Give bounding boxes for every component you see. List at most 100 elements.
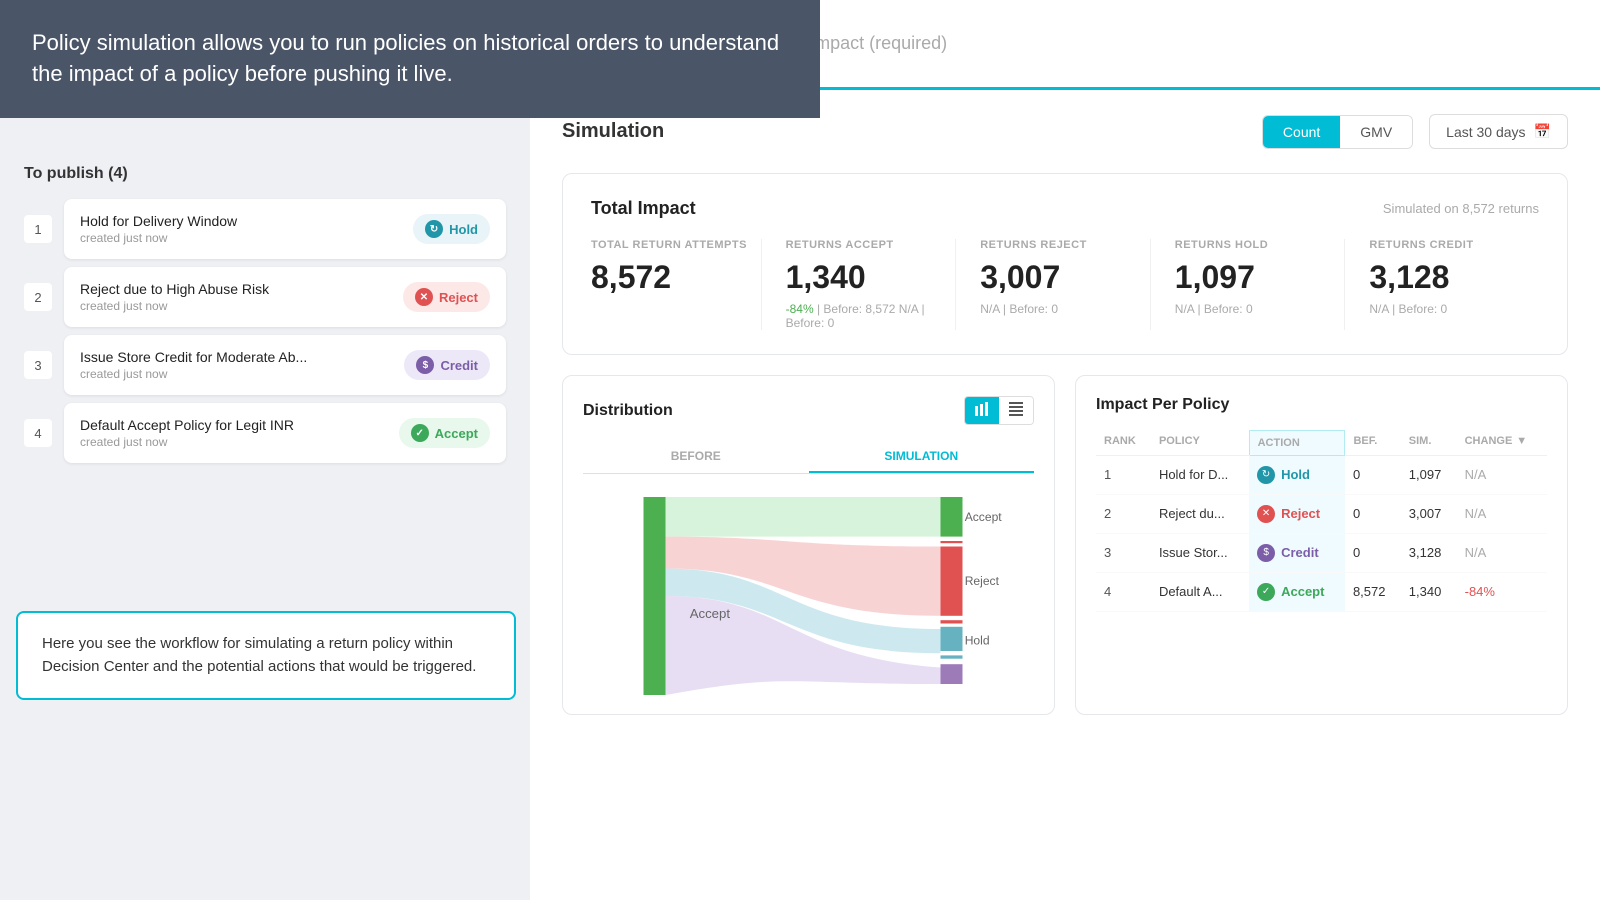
row3-sim: 3,128 xyxy=(1401,533,1457,572)
impact-simulated: Simulated on 8,572 returns xyxy=(1383,201,1539,216)
row4-change: -84% xyxy=(1457,572,1547,611)
row2-policy: Reject du... xyxy=(1151,494,1249,533)
table-row: 2 Reject du... ✕ Reject 0 3,007 xyxy=(1096,494,1547,533)
row3-action: $ Credit xyxy=(1249,533,1345,572)
metric-value-accept: 1,340 xyxy=(786,259,956,296)
right-bar-hold-2 xyxy=(941,655,963,658)
policy-card-info-4: Default Accept Policy for Legit INR crea… xyxy=(80,417,294,449)
tab-count[interactable]: Count xyxy=(1263,116,1340,148)
metric-label-attempts: TOTAL RETURN ATTEMPTS xyxy=(591,239,761,251)
credit-icon-3: $ xyxy=(416,356,434,374)
row3-rank: 3 xyxy=(1096,533,1151,572)
metric-label-accept: RETURNS ACCEPT xyxy=(786,239,956,251)
dist-table-btn[interactable] xyxy=(999,397,1033,424)
tooltip-top: Policy simulation allows you to run poli… xyxy=(0,0,820,118)
credit-badge-row3: $ xyxy=(1257,544,1275,562)
policy-card-2[interactable]: Reject due to High Abuse Risk created ju… xyxy=(64,267,506,327)
row2-sim: 3,007 xyxy=(1401,494,1457,533)
row4-sim: 1,340 xyxy=(1401,572,1457,611)
row1-sim: 1,097 xyxy=(1401,455,1457,494)
table-body: 1 Hold for D... ↻ Hold 0 1,097 xyxy=(1096,455,1547,611)
distribution-card: Distribution BEFORE SIMULATION xyxy=(562,375,1055,715)
right-bar-credit xyxy=(941,664,963,684)
impact-card-header: Total Impact Simulated on 8,572 returns xyxy=(591,198,1539,219)
simulation-title: Simulation xyxy=(562,120,664,143)
metric-label-reject: RETURNS REJECT xyxy=(980,239,1150,251)
policy-name-3: Issue Store Credit for Moderate Ab... xyxy=(80,349,307,365)
metric-returns-accept: RETURNS ACCEPT 1,340 -84% | Before: 8,57… xyxy=(761,239,956,330)
action-badge-hold-1: ↻ Hold xyxy=(413,214,490,244)
metric-sub-hold: N/A | Before: 0 xyxy=(1175,302,1345,316)
accept-badge-row4: ✓ xyxy=(1257,583,1275,601)
dist-view-buttons[interactable] xyxy=(964,396,1034,425)
th-change[interactable]: CHANGE ▼ xyxy=(1457,431,1547,456)
dist-tab-simulation[interactable]: SIMULATION xyxy=(809,441,1035,473)
calendar-icon: 📅 xyxy=(1534,123,1551,140)
policy-card-info-1: Hold for Delivery Window created just no… xyxy=(80,213,237,245)
th-policy: POLICY xyxy=(1151,431,1249,456)
right-bar-reject-2 xyxy=(941,620,963,623)
right-content: Simulation Count GMV Last 30 days 📅 Tota… xyxy=(530,90,1600,739)
metric-returns-credit: RETURNS CREDIT 3,128 N/A | Before: 0 xyxy=(1344,239,1539,330)
metric-label-hold: RETURNS HOLD xyxy=(1175,239,1345,251)
row4-bef: 8,572 xyxy=(1345,572,1401,611)
tooltip-bottom-text: Here you see the workflow for simulating… xyxy=(42,635,476,675)
reject-badge-row2: ✕ xyxy=(1257,505,1275,523)
tab-gmv[interactable]: GMV xyxy=(1340,116,1412,148)
metric-value-reject: 3,007 xyxy=(980,259,1150,296)
metric-label-credit: RETURNS CREDIT xyxy=(1369,239,1539,251)
metric-sub-credit: N/A | Before: 0 xyxy=(1369,302,1539,316)
right-bar-hold xyxy=(941,627,963,651)
policy-card-3[interactable]: Issue Store Credit for Moderate Ab... cr… xyxy=(64,335,506,395)
hold-label-1: Hold xyxy=(449,222,478,237)
right-panel: Run a simulation to see the impact (requ… xyxy=(530,0,1600,900)
row2-bef: 0 xyxy=(1345,494,1401,533)
dist-tabs[interactable]: BEFORE SIMULATION xyxy=(583,441,1034,474)
total-impact-card: Total Impact Simulated on 8,572 returns … xyxy=(562,173,1568,355)
impact-policy-card: Impact Per Policy RANK POLICY ACTION BEF… xyxy=(1075,375,1568,715)
policy-card-info-3: Issue Store Credit for Moderate Ab... cr… xyxy=(80,349,307,381)
policy-card-1[interactable]: Hold for Delivery Window created just no… xyxy=(64,199,506,259)
row1-action: ↻ Hold xyxy=(1249,455,1345,494)
hold-badge-row1: ↻ xyxy=(1257,466,1275,484)
date-range-label: Last 30 days xyxy=(1446,124,1525,140)
right-bar-reject-line xyxy=(941,541,963,543)
action-badge-credit-3: $ Credit xyxy=(404,350,490,380)
row1-rank: 1 xyxy=(1096,455,1151,494)
row3-change: N/A xyxy=(1457,533,1547,572)
metric-returns-reject: RETURNS REJECT 3,007 N/A | Before: 0 xyxy=(955,239,1150,330)
dist-chart-btn[interactable] xyxy=(965,397,999,424)
policy-time-1: created just now xyxy=(80,231,237,245)
table-row: 4 Default A... ✓ Accept 8,572 1,340 xyxy=(1096,572,1547,611)
policy-card-4[interactable]: Default Accept Policy for Legit INR crea… xyxy=(64,403,506,463)
row2-action: ✕ Reject xyxy=(1249,494,1345,533)
date-range-button[interactable]: Last 30 days 📅 xyxy=(1429,114,1568,149)
table-row: 1 Hold for D... ↻ Hold 0 1,097 xyxy=(1096,455,1547,494)
dist-header: Distribution xyxy=(583,396,1034,425)
accept-icon-4: ✓ xyxy=(411,424,429,442)
right-bar-reject xyxy=(941,547,963,616)
table-header: RANK POLICY ACTION BEF. SIM. CHANGE ▼ xyxy=(1096,431,1547,456)
policy-name-1: Hold for Delivery Window xyxy=(80,213,237,229)
impact-title: Total Impact xyxy=(591,198,696,219)
label-accept: Accept xyxy=(690,606,731,621)
dist-tab-before[interactable]: BEFORE xyxy=(583,441,809,473)
row1-bef: 0 xyxy=(1345,455,1401,494)
policy-card-info-2: Reject due to High Abuse Risk created ju… xyxy=(80,281,269,313)
label-right-accept: Accept xyxy=(965,510,1003,524)
policy-name-4: Default Accept Policy for Legit INR xyxy=(80,417,294,433)
accept-change: -84% xyxy=(786,302,814,316)
action-badge-reject-2: ✕ Reject xyxy=(403,282,490,312)
impact-policy-table: RANK POLICY ACTION BEF. SIM. CHANGE ▼ xyxy=(1096,430,1547,612)
row1-change: N/A xyxy=(1457,455,1547,494)
list-item: 3 Issue Store Credit for Moderate Ab... … xyxy=(24,335,506,395)
count-gmv-tabs[interactable]: Count GMV xyxy=(1262,115,1413,149)
policy-list: 1 Hold for Delivery Window created just … xyxy=(24,199,506,463)
metric-total-attempts: TOTAL RETURN ATTEMPTS 8,572 xyxy=(591,239,761,330)
metric-sub-reject: N/A | Before: 0 xyxy=(980,302,1150,316)
impact-metrics: TOTAL RETURN ATTEMPTS 8,572 RETURNS ACCE… xyxy=(591,239,1539,330)
row3-policy: Issue Stor... xyxy=(1151,533,1249,572)
row3-bef: 0 xyxy=(1345,533,1401,572)
left-bar-accept xyxy=(644,497,666,695)
list-item: 2 Reject due to High Abuse Risk created … xyxy=(24,267,506,327)
